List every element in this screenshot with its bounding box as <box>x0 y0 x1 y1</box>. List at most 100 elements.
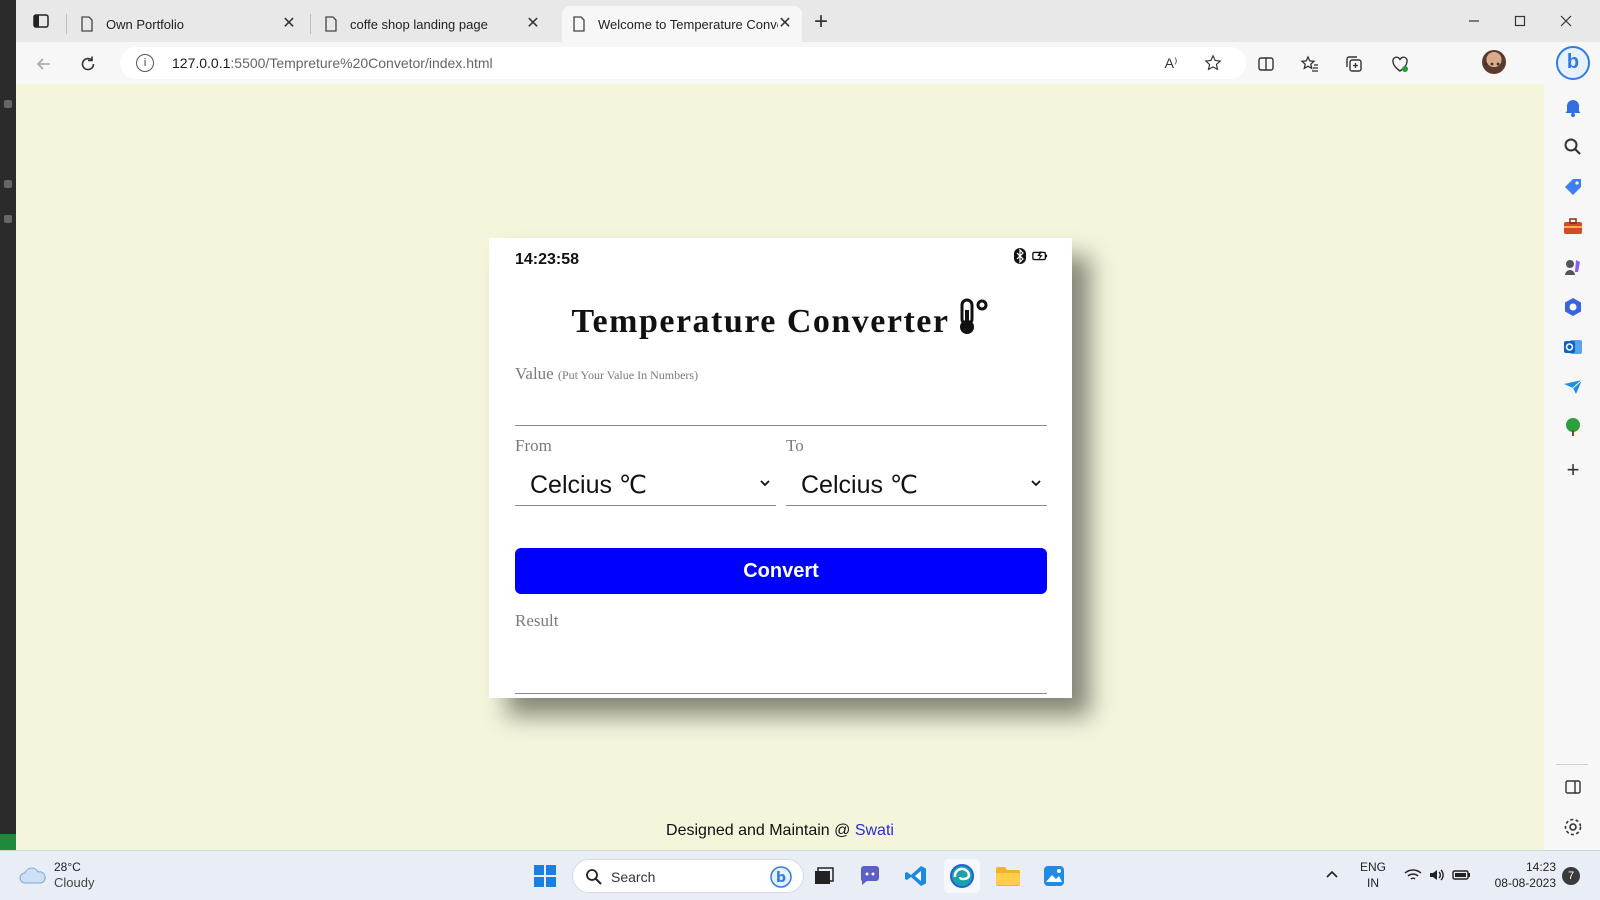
to-unit-select[interactable]: Celcius ℃ <box>786 462 1047 506</box>
task-view-button[interactable] <box>806 859 842 893</box>
clock-date[interactable]: 14:23 08-08-2023 <box>1482 859 1556 891</box>
close-window-button[interactable] <box>1544 6 1588 36</box>
notification-badge[interactable]: 7 <box>1562 867 1580 885</box>
favorites-button[interactable] <box>1298 52 1322 76</box>
taskbar-search[interactable]: Search b <box>572 859 804 893</box>
footer-text: Designed and Maintain @ <box>666 822 855 839</box>
microsoft-365-icon[interactable] <box>1562 296 1584 318</box>
battery-charging-icon <box>1032 247 1048 265</box>
tab-actions-button[interactable] <box>30 10 52 32</box>
page-title: Temperature Converter <box>489 298 1072 341</box>
tab-temperature-converter[interactable]: Welcome to Temperature Conver ✕ <box>562 6 802 42</box>
collections-button[interactable] <box>1342 52 1366 76</box>
status-icons <box>1012 247 1048 265</box>
windows-logo-icon <box>534 865 556 887</box>
taskbar-date: 08-08-2023 <box>1494 876 1556 890</box>
site-info-icon[interactable]: i <box>136 54 154 72</box>
search-icon <box>586 869 602 885</box>
value-label-text: Value <box>515 364 554 383</box>
url-text[interactable]: 127.0.0.1:5500/Tempreture%20Convetor/ind… <box>172 55 493 71</box>
cloud-icon <box>19 867 46 884</box>
file-explorer-button[interactable] <box>990 859 1026 893</box>
send-icon[interactable] <box>1562 376 1584 398</box>
address-bar[interactable]: i 127.0.0.1:5500/Tempreture%20Convetor/i… <box>120 47 1246 79</box>
bing-icon: b <box>770 866 792 888</box>
minimize-icon <box>1469 20 1479 22</box>
tab-coffee-shop[interactable]: coffe shop landing page ✕ <box>314 6 550 42</box>
search-icon[interactable] <box>1562 136 1584 158</box>
author-link[interactable]: Swati <box>855 822 894 839</box>
taskbar-time: 14:23 <box>1525 860 1556 874</box>
tools-briefcase-icon[interactable] <box>1562 216 1584 238</box>
settings-gear-icon[interactable] <box>1562 816 1584 838</box>
photos-button[interactable] <box>1036 859 1072 893</box>
page-icon <box>325 16 337 32</box>
status-indicator <box>0 834 16 850</box>
split-screen-icon <box>1258 57 1274 71</box>
edge-browser-button[interactable] <box>944 859 980 893</box>
tree-icon[interactable] <box>1562 416 1584 438</box>
windows-taskbar: 28°C Cloudy Search b ENG IN 14:23 08-08-… <box>0 850 1600 900</box>
tab-separator <box>310 14 311 34</box>
shopping-tag-icon[interactable] <box>1562 176 1584 198</box>
hide-sidebar-icon[interactable] <box>1562 776 1584 798</box>
thermometer-icon <box>959 298 987 334</box>
close-tab-icon[interactable]: ✕ <box>524 15 542 33</box>
close-tab-icon[interactable]: ✕ <box>776 15 794 33</box>
browser-toolbar: i 127.0.0.1:5500/Tempreture%20Convetor/i… <box>16 42 1600 84</box>
search-label: Search <box>611 869 656 885</box>
outlook-icon[interactable] <box>1562 336 1584 358</box>
split-screen-button[interactable] <box>1254 52 1278 76</box>
teams-chat-button[interactable] <box>852 859 888 893</box>
back-arrow-icon <box>36 58 50 70</box>
language-indicator[interactable]: ENG IN <box>1360 859 1386 891</box>
system-tray-icons[interactable] <box>1404 867 1472 883</box>
value-input[interactable] <box>515 388 1047 426</box>
vscode-button[interactable] <box>898 859 934 893</box>
edge-mark-icon <box>4 215 12 223</box>
page-icon <box>81 16 93 32</box>
maximize-button[interactable] <box>1498 6 1542 36</box>
from-unit-select[interactable]: Celcius ℃ <box>515 462 776 506</box>
notifications-bell-icon[interactable] <box>1562 96 1584 118</box>
folder-icon <box>996 867 1020 886</box>
read-aloud-icon[interactable]: A⁾ <box>1160 52 1182 74</box>
result-output <box>515 638 1047 694</box>
page-icon <box>573 16 585 32</box>
favorites-icon <box>1300 55 1318 72</box>
convert-button[interactable]: Convert <box>515 548 1047 594</box>
edge-mark-icon <box>4 100 12 108</box>
battery-icon <box>1452 870 1470 880</box>
weather-widget[interactable]: 28°C Cloudy <box>18 859 94 891</box>
page-viewport: 14:23:58 Temperature Converter Value (Pu… <box>16 84 1544 850</box>
add-sidebar-app-icon[interactable]: + <box>1562 459 1584 482</box>
back-button[interactable] <box>30 50 58 78</box>
games-icon[interactable] <box>1562 256 1584 278</box>
minimize-button[interactable] <box>1452 6 1496 36</box>
edge-sidebar: + <box>1544 84 1600 850</box>
close-tab-icon[interactable]: ✕ <box>280 15 298 33</box>
more-options-button[interactable] <box>1480 52 1504 76</box>
start-button[interactable] <box>527 859 563 893</box>
favorite-star-button[interactable] <box>1202 52 1224 74</box>
tab-bar: Own Portfolio ✕ coffe shop landing page … <box>16 0 1600 42</box>
heart-pulse-icon <box>1392 56 1408 72</box>
live-clock: 14:23:58 <box>515 251 580 268</box>
from-unit-value: Celcius ℃ <box>530 471 647 499</box>
edge-icon <box>950 864 974 888</box>
from-label: From <box>515 436 552 455</box>
new-tab-button[interactable]: + <box>808 10 834 36</box>
page-footer: Designed and Maintain @ Swati <box>16 822 1544 840</box>
collections-icon <box>1346 56 1362 72</box>
chevron-up-icon <box>1326 870 1338 878</box>
wifi-icon <box>1404 869 1422 880</box>
show-hidden-icons-button[interactable] <box>1324 867 1340 887</box>
tab-own-portfolio[interactable]: Own Portfolio ✕ <box>70 6 306 42</box>
volume-icon <box>1430 869 1444 881</box>
chevron-down-icon <box>760 480 770 487</box>
refresh-button[interactable] <box>74 50 102 78</box>
value-label: Value (Put Your Value In Numbers) <box>515 364 698 384</box>
converter-card: 14:23:58 Temperature Converter Value (Pu… <box>489 238 1072 698</box>
bing-copilot-button[interactable]: b <box>1556 46 1590 80</box>
browser-essentials-button[interactable] <box>1388 52 1412 76</box>
